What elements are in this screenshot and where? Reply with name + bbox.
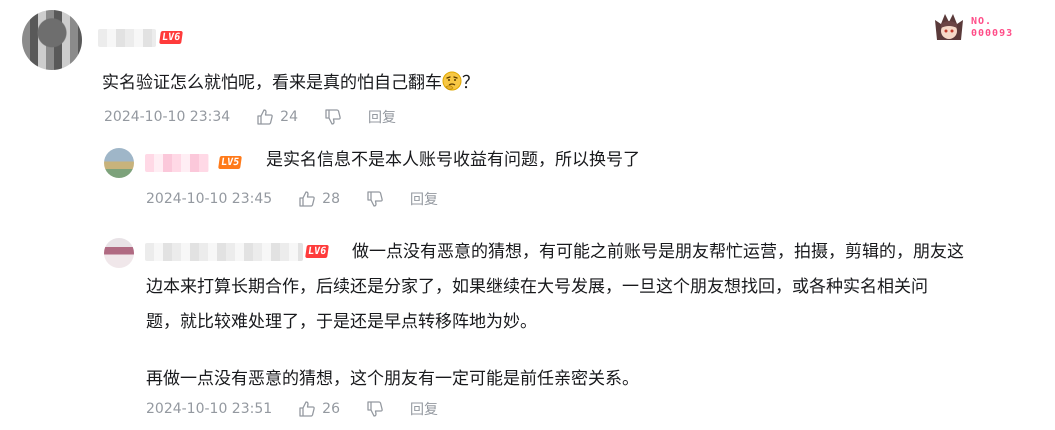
reply-username-mosaic[interactable] [145,154,209,172]
fan-badge-avatar-icon [935,14,963,40]
thumb-up-icon[interactable] [298,400,316,418]
like-count: 24 [280,109,298,125]
reply-username-mosaic[interactable] [145,243,303,261]
reply-like-count: 26 [322,401,340,417]
reply-meta: 2024-10-10 23:45 28 回复 [146,188,438,210]
reply-button[interactable]: 回复 [410,399,438,419]
fan-badge-label: NO. [971,16,993,27]
reply-text-line: 边本来打算长期合作，后续还是分家了，如果继续在大号发展，一旦这个朋友想找回，或各… [146,277,928,297]
user-avatar[interactable] [22,10,82,70]
reply-text-line: 做一点没有恶意的猜想，有可能之前账号是朋友帮忙运营，拍摄，剪辑的，朋友这 [352,242,964,262]
reply-avatar[interactable] [104,238,134,268]
fan-badge: NO. 000093 [931,8,1041,48]
reply-text-line: 再做一点没有恶意的猜想，这个朋友有一定可能是前任亲密关系。 [146,369,639,389]
reply-meta: 2024-10-10 23:51 26 回复 [146,398,438,420]
thinking-emoji-icon [442,71,462,91]
level-badge: LV6 [159,31,183,44]
reply-time: 2024-10-10 23:51 [146,401,273,417]
username-mosaic[interactable] [98,29,156,47]
thumb-down-icon[interactable] [366,190,384,208]
comment-meta: 2024-10-10 23:34 24 回复 [104,106,396,128]
comment-content-end: ？ [462,73,479,93]
thumb-down-icon[interactable] [366,400,384,418]
thumb-down-icon[interactable] [324,108,342,126]
reply-button[interactable]: 回复 [410,189,438,209]
reply-level-badge: LV6 [305,245,329,258]
reply-level-badge: LV5 [218,156,242,169]
reply-text-line: 题，就比较难处理了，于是还是早点转移阵地为妙。 [146,312,537,332]
reply-text: 是实名信息不是本人账号收益有问题，所以换号了 [266,150,640,170]
fan-badge-number: 000093 [971,28,1014,39]
comment-text: 实名验证怎么就怕呢，看来是真的怕自己翻车 ？ [102,69,479,98]
reply-like-count: 28 [322,191,340,207]
thumb-up-icon[interactable] [298,190,316,208]
reply-time: 2024-10-10 23:45 [146,191,273,207]
comment-content: 实名验证怎么就怕呢，看来是真的怕自己翻车 [102,73,442,93]
thumb-up-icon[interactable] [256,108,274,126]
reply-button[interactable]: 回复 [368,107,396,127]
comment-time: 2024-10-10 23:34 [104,109,231,125]
reply-avatar[interactable] [104,148,134,178]
